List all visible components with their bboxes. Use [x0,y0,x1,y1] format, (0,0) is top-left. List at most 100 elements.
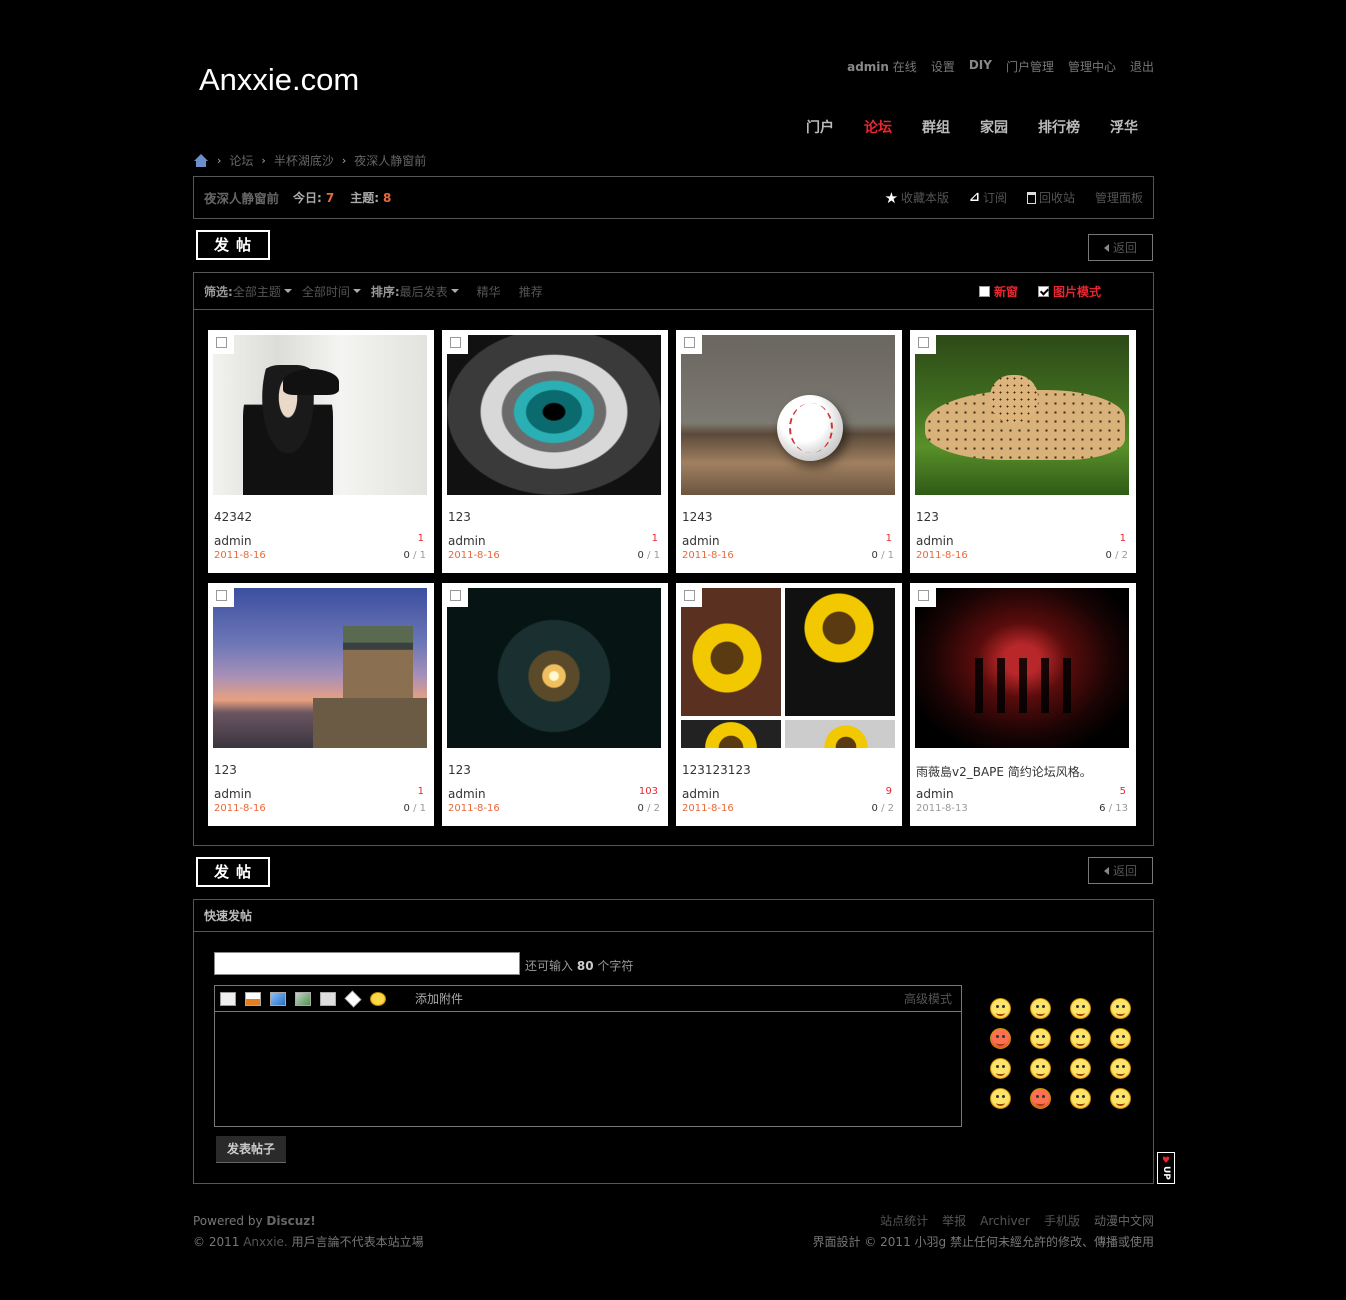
smiley-icon[interactable] [990,1088,1011,1109]
quote-icon[interactable] [320,991,336,1006]
thread-card[interactable]: 雨薇島v2_BAPE 简约论坛风格。 admin 2011-8-13 5 6 /… [910,583,1136,826]
thread-author[interactable]: admin [682,787,720,801]
picture-mode-toggle[interactable]: 图片模式 [1037,283,1101,300]
thread-thumbnail[interactable] [447,588,661,748]
thread-thumbnail[interactable] [681,335,895,495]
smiley-icon[interactable] [990,998,1011,1019]
submit-post-button[interactable]: 发表帖子 [216,1136,286,1163]
recycle-button[interactable]: 回收站 [1026,189,1075,207]
back-to-top-button[interactable]: ♥UP [1157,1152,1175,1184]
select-checkbox[interactable] [676,330,702,354]
thread-card[interactable]: 123123123 admin 2011-8-16 9 0 / 2 [676,583,902,826]
thread-author[interactable]: admin [916,534,954,548]
designer-link[interactable]: 小羽g [915,1235,947,1249]
thread-card[interactable]: 123 admin 2011-8-16 103 0 / 2 [442,583,668,826]
add-attachment-link[interactable]: 添加附件 [415,990,463,1007]
thread-thumbnail[interactable] [447,335,661,495]
admin-center-link[interactable]: 管理中心 [1068,58,1116,75]
select-checkbox[interactable] [208,330,234,354]
thread-thumbnail[interactable] [213,335,427,495]
digest-filter[interactable]: 精华 [477,283,501,300]
sort-dropdown[interactable]: 最后发表 [400,283,459,300]
footer-link-mobile[interactable]: 手机版 [1044,1211,1080,1232]
smiley-icon[interactable] [1070,1028,1091,1049]
thread-card[interactable]: 42342 admin 2011-8-16 1 0 / 1 [208,330,434,573]
home-icon[interactable] [193,153,209,168]
smiley-icon[interactable] [1110,1028,1131,1049]
back-button-bottom[interactable]: 返回 [1088,857,1153,884]
font-icon[interactable] [220,991,236,1006]
manage-panel-button[interactable]: 管理面板 [1095,189,1143,207]
thread-author[interactable]: admin [448,787,486,801]
message-editor[interactable]: 添加附件 高级模式 [214,985,962,1127]
back-button-top[interactable]: 返回 [1088,234,1153,261]
thread-author[interactable]: admin [214,787,252,801]
new-window-toggle[interactable]: 新窗 [978,283,1018,300]
new-thread-button-top[interactable]: 发帖 [196,230,270,260]
nav-ranking[interactable]: 排行榜 [1038,117,1080,137]
color-icon[interactable] [245,991,261,1006]
thread-thumbnail[interactable] [681,588,895,748]
thread-author[interactable]: admin [916,787,954,801]
footer-link-stats[interactable]: 站点统计 [880,1211,928,1232]
online-status[interactable]: 在线 [893,60,917,74]
portal-admin-link[interactable]: 门户管理 [1006,58,1054,75]
site-link[interactable]: Anxxie. [243,1235,288,1249]
thread-author[interactable]: admin [682,534,720,548]
select-checkbox[interactable] [442,330,468,354]
smiley-icon[interactable] [990,1058,1011,1079]
thread-title[interactable]: 123 [214,763,426,777]
thread-thumbnail[interactable] [213,588,427,748]
smiley-icon[interactable] [1070,998,1091,1019]
select-checkbox[interactable] [676,583,702,607]
thread-thumbnail[interactable] [915,335,1129,495]
footer-link-anime[interactable]: 动漫中文网 [1094,1211,1154,1232]
thread-card[interactable]: 1243 admin 2011-8-16 1 0 / 1 [676,330,902,573]
smiley-icon[interactable] [1030,998,1051,1019]
picture-mode-checkbox[interactable] [1037,285,1049,297]
filter-time-dropdown[interactable]: 全部时间 [302,283,361,300]
settings-link[interactable]: 设置 [931,58,955,75]
nav-forum[interactable]: 论坛 [864,117,892,137]
smiley-icon[interactable] [1110,1058,1131,1079]
logout-link[interactable]: 退出 [1130,58,1154,75]
breadcrumb-category[interactable]: 半杯湖底沙 [274,152,334,169]
nav-home[interactable]: 家园 [980,117,1008,137]
nav-fuhua[interactable]: 浮华 [1110,117,1138,137]
smiley-icon[interactable] [1030,1028,1051,1049]
select-checkbox[interactable] [442,583,468,607]
thread-title[interactable]: 123 [448,510,660,524]
smiley-icon[interactable] [1070,1088,1091,1109]
thread-card[interactable]: 123 admin 2011-8-16 1 0 / 1 [442,330,668,573]
username-link[interactable]: admin [847,60,889,74]
new-thread-button-bottom[interactable]: 发帖 [196,857,270,887]
smiley-icon[interactable] [1030,1088,1051,1109]
image-icon[interactable] [270,991,286,1006]
smiley-icon[interactable] [1030,1058,1051,1079]
thread-card[interactable]: 123 admin 2011-8-16 1 0 / 2 [910,330,1136,573]
smiley-icon[interactable] [1110,1088,1131,1109]
thread-title[interactable]: 1243 [682,510,894,524]
nav-portal[interactable]: 门户 [806,117,834,137]
breadcrumb-current[interactable]: 夜深人静窗前 [354,152,426,169]
subscribe-button[interactable]: ⊿ 订阅 [969,189,1007,207]
diy-link[interactable]: DIY [969,58,992,75]
thread-title[interactable]: 雨薇島v2_BAPE 简约论坛风格。 [916,763,1128,780]
thread-author[interactable]: admin [448,534,486,548]
thread-author[interactable]: admin [214,534,252,548]
breadcrumb-forum[interactable]: 论坛 [229,152,253,169]
smiley-icon[interactable] [370,991,386,1006]
thread-title[interactable]: 123 [916,510,1128,524]
thread-card[interactable]: 123 admin 2011-8-16 1 0 / 1 [208,583,434,826]
favorite-button[interactable]: ★ 收藏本版 [885,189,949,207]
advanced-mode-link[interactable]: 高级模式 [904,990,952,1007]
subject-input[interactable] [214,952,520,975]
footer-link-archiver[interactable]: Archiver [980,1211,1030,1232]
filter-topics-dropdown[interactable]: 全部主题 [233,283,292,300]
nav-group[interactable]: 群组 [922,117,950,137]
select-checkbox[interactable] [208,583,234,607]
site-logo[interactable]: Anxxie.com [199,62,359,98]
select-checkbox[interactable] [910,330,936,354]
new-window-checkbox[interactable] [978,285,990,297]
recommend-filter[interactable]: 推荐 [519,283,543,300]
